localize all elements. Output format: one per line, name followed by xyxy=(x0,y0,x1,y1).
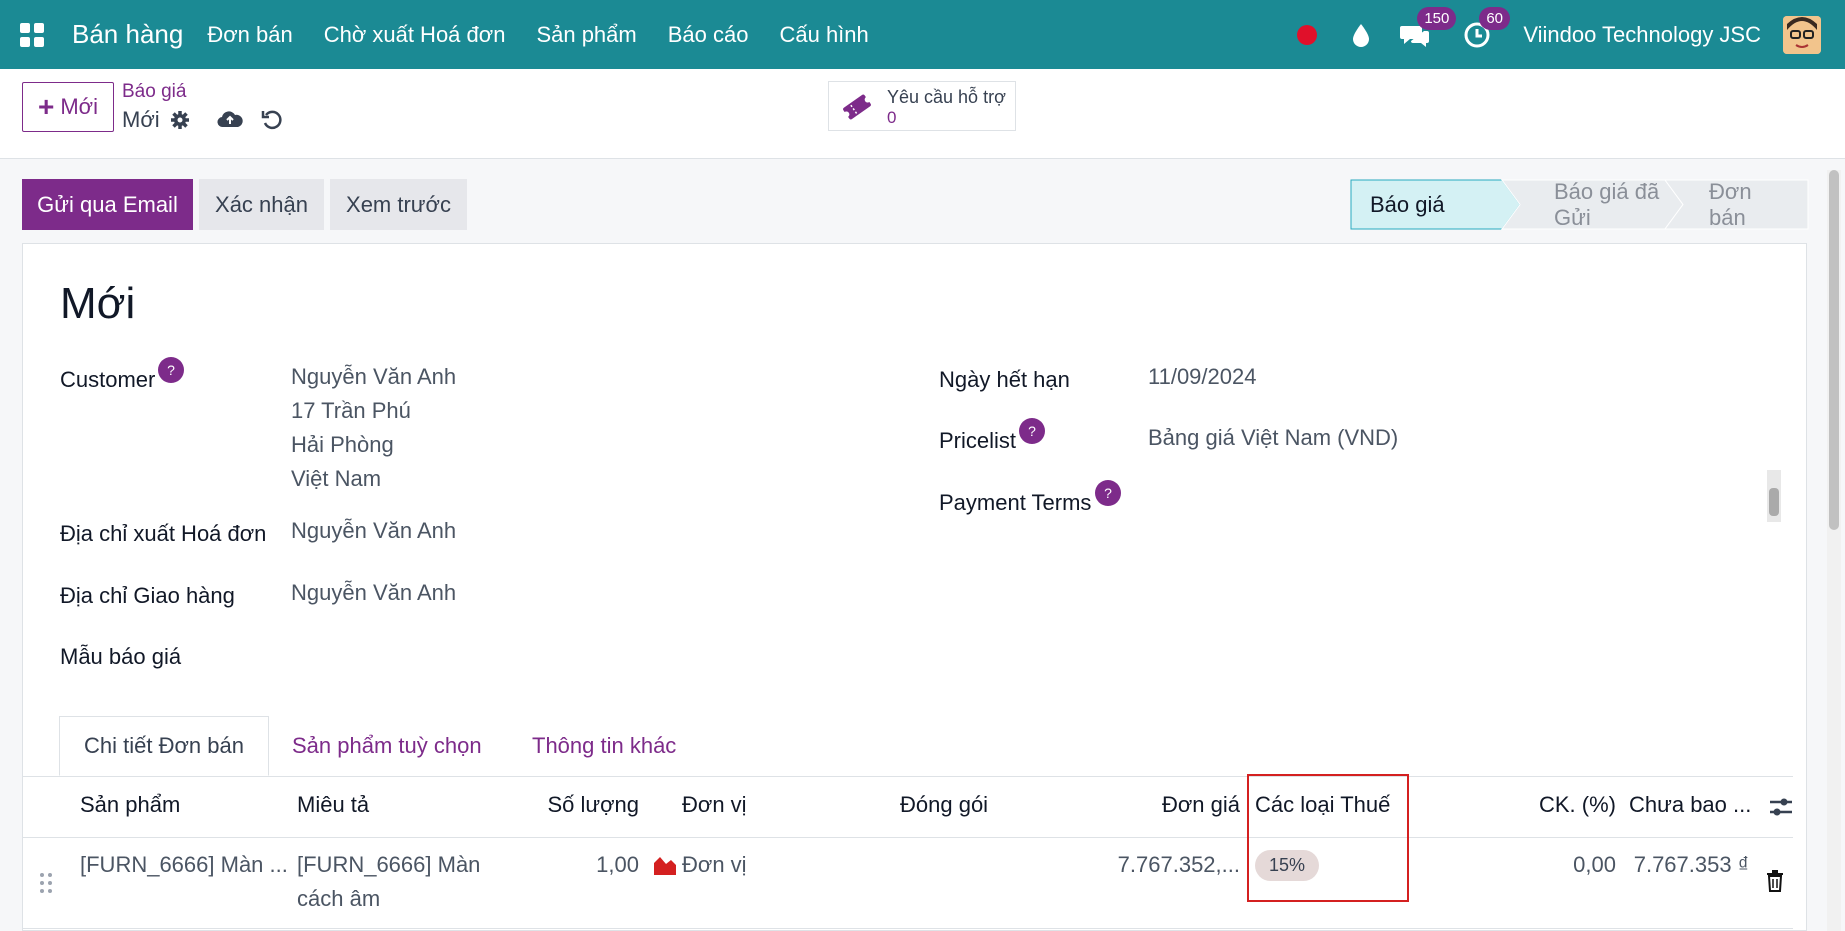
customer-name: Nguyễn Văn Anh xyxy=(291,364,457,389)
delivery-address-field[interactable]: Nguyễn Văn Anh xyxy=(291,576,456,610)
taxes-column-highlight xyxy=(1247,774,1409,902)
expiry-field[interactable]: 11/09/2024 xyxy=(1148,360,1256,394)
tab-optional-products[interactable]: Sản phẩm tuỳ chọn xyxy=(292,716,482,776)
status-steps: Báo giá Báo giá đã Gửi Đơn bán xyxy=(1350,179,1808,230)
tab-other-info[interactable]: Thông tin khác xyxy=(532,716,676,776)
delivery-address-label: Địa chỉ Giao hàng xyxy=(60,583,235,608)
line-unit-price[interactable]: 7.767.352,... xyxy=(1083,852,1240,878)
status-step-quotation-sent[interactable]: Báo giá đã Gửi xyxy=(1502,179,1683,230)
col-header-unit-price[interactable]: Đơn giá xyxy=(1103,792,1240,818)
col-header-discount[interactable]: CK. (%) xyxy=(1503,792,1616,818)
messages-icon[interactable]: 150 xyxy=(1399,6,1457,51)
plus-icon: + xyxy=(38,91,55,122)
control-panel: + Mới Báo giá Mới Yêu cầu hỗ trợ 0 xyxy=(0,69,1845,159)
help-icon[interactable]: ? xyxy=(1095,480,1121,506)
menu-products[interactable]: Sản phẩm xyxy=(536,22,636,48)
line-uom[interactable]: Đơn vị xyxy=(682,852,747,878)
app-name[interactable]: Bán hàng xyxy=(72,19,183,50)
customer-address-line: Hải Phòng xyxy=(291,432,394,457)
line-discount[interactable]: 0,00 xyxy=(1503,852,1616,878)
help-icon[interactable]: ? xyxy=(1019,418,1045,444)
discard-undo-icon[interactable] xyxy=(261,109,283,136)
invoice-address-label: Địa chỉ xuất Hoá đơn xyxy=(60,521,267,546)
col-header-packaging[interactable]: Đóng gói xyxy=(900,792,988,818)
customer-address-line: 17 Trần Phú xyxy=(291,398,411,423)
row-divider xyxy=(23,928,1793,929)
status-step-sales-order[interactable]: Đơn bán xyxy=(1683,179,1808,230)
form-sheet: Mới Customer ? Nguyễn Văn Anh 17 Trần Ph… xyxy=(22,243,1807,931)
col-header-subtotal[interactable]: Chưa bao ... xyxy=(1629,792,1751,818)
invoice-address-field[interactable]: Nguyễn Văn Anh xyxy=(291,514,456,548)
support-request-button[interactable]: Yêu cầu hỗ trợ 0 xyxy=(828,81,1016,131)
menu-to-invoice[interactable]: Chờ xuất Hoá đơn xyxy=(324,22,506,48)
support-count: 0 xyxy=(887,108,897,127)
record-title: Mới xyxy=(60,279,136,328)
table-scrollbar-thumb[interactable] xyxy=(1769,488,1779,516)
send-email-button[interactable]: Gửi qua Email xyxy=(22,179,193,230)
page-scrollbar-thumb[interactable] xyxy=(1829,170,1839,530)
preview-button[interactable]: Xem trước xyxy=(330,179,467,230)
menu-reporting[interactable]: Báo cáo xyxy=(668,22,749,48)
breadcrumb-current: Mới xyxy=(122,107,160,132)
pricelist-field[interactable]: Bảng giá Việt Nam (VND) xyxy=(1148,421,1398,455)
line-product[interactable]: [FURN_6666] Màn ... xyxy=(80,852,288,878)
app-menu-icon[interactable] xyxy=(0,0,64,69)
messages-badge: 150 xyxy=(1417,6,1457,30)
line-quantity[interactable]: 1,00 xyxy=(509,852,639,878)
header-divider xyxy=(23,837,1793,838)
payment-terms-label: Payment Terms xyxy=(939,490,1092,515)
record-status-icon[interactable] xyxy=(1291,19,1323,51)
tab-order-lines[interactable]: Chi tiết Đơn bán xyxy=(59,716,269,776)
user-avatar[interactable] xyxy=(1783,15,1821,54)
line-description[interactable]: [FURN_6666] Màn xyxy=(297,852,480,878)
line-description-cont[interactable]: cách âm xyxy=(297,886,380,912)
col-header-quantity[interactable]: Số lượng xyxy=(509,792,639,818)
help-icon[interactable]: ? xyxy=(158,357,184,383)
top-navbar: Bán hàng Đơn bán Chờ xuất Hoá đơn Sản ph… xyxy=(0,0,1845,69)
save-cloud-icon[interactable] xyxy=(217,109,243,134)
activities-icon[interactable]: 60 xyxy=(1461,6,1510,51)
new-button-label: Mới xyxy=(60,94,98,119)
breadcrumb-parent[interactable]: Báo giá xyxy=(122,81,186,103)
customer-label: Customer xyxy=(60,367,156,392)
activities-badge: 60 xyxy=(1479,6,1510,30)
new-button[interactable]: + Mới xyxy=(22,82,114,132)
menu-orders[interactable]: Đơn bán xyxy=(207,22,292,48)
gear-icon[interactable] xyxy=(170,110,190,135)
company-switcher[interactable]: Viindoo Technology JSC xyxy=(1523,22,1761,48)
line-subtotal: 7.767.353 ₫ xyxy=(1633,852,1749,877)
support-label: Yêu cầu hỗ trợ xyxy=(887,87,1006,107)
systray: 150 60 Viindoo Technology JSC xyxy=(1291,0,1845,69)
drop-icon[interactable] xyxy=(1345,19,1377,51)
col-header-description[interactable]: Miêu tả xyxy=(297,792,369,818)
status-step-quotation[interactable]: Báo giá xyxy=(1350,179,1502,230)
col-header-product[interactable]: Sản phẩm xyxy=(80,792,180,818)
quotation-template-label: Mẫu báo giá xyxy=(60,644,182,669)
customer-field[interactable]: Nguyễn Văn Anh 17 Trần Phú Hải Phòng Việ… xyxy=(291,360,456,496)
ticket-icon xyxy=(841,92,873,127)
confirm-button[interactable]: Xác nhận xyxy=(199,179,324,230)
expiry-label: Ngày hết hạn xyxy=(939,367,1070,392)
drag-handle-icon[interactable] xyxy=(39,872,53,899)
pricelist-label: Pricelist xyxy=(939,428,1017,453)
menu-configuration[interactable]: Cấu hình xyxy=(779,22,868,48)
trash-icon[interactable] xyxy=(1766,870,1784,897)
col-header-uom[interactable]: Đơn vị xyxy=(682,792,747,818)
forecast-chart-icon[interactable] xyxy=(653,855,677,880)
column-settings-icon[interactable] xyxy=(1768,795,1794,824)
customer-address-line: Việt Nam xyxy=(291,466,382,491)
notebook-tabs: Chi tiết Đơn bán Sản phẩm tuỳ chọn Thông… xyxy=(23,716,1793,777)
